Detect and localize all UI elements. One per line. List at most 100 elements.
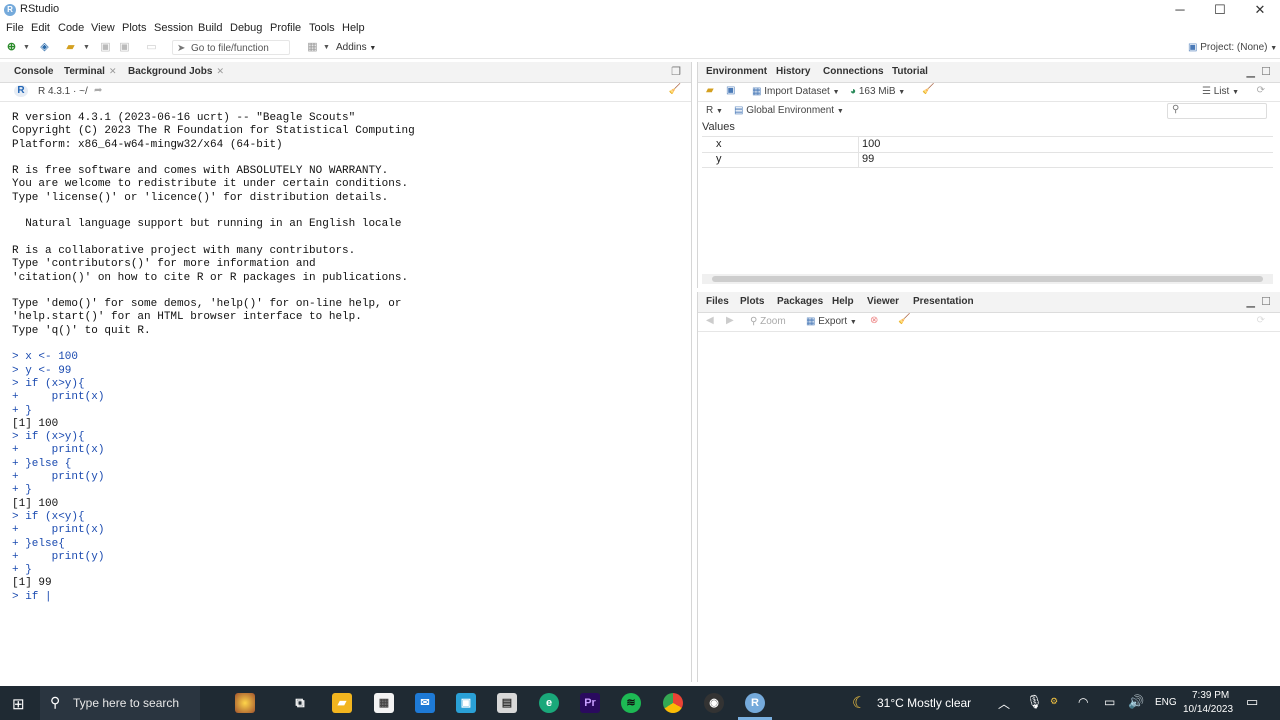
menu-code[interactable]: Code	[58, 22, 84, 34]
language-indicator[interactable]: ENG	[1155, 697, 1177, 708]
wifi-icon[interactable]: ◠	[1078, 695, 1088, 709]
windows-start-icon[interactable]: ⊞	[12, 695, 25, 713]
tab-history[interactable]: History	[776, 66, 810, 77]
minimize-button[interactable]: ─	[1160, 0, 1200, 20]
menu-session[interactable]: Session	[154, 22, 193, 34]
new-project-icon[interactable]: ◈	[38, 41, 51, 54]
maximize-pane-icon[interactable]: ❐	[671, 65, 681, 78]
tab-presentation[interactable]: Presentation	[913, 296, 974, 307]
menu-plots[interactable]: Plots	[122, 22, 146, 34]
store-icon[interactable]: ▦	[374, 693, 394, 713]
minimize-pane-icon[interactable]: ▁	[1247, 65, 1255, 78]
tab-packages[interactable]: Packages	[777, 296, 823, 307]
mail-icon[interactable]: ✉	[415, 693, 435, 713]
zoom-button[interactable]: ⚲ Zoom	[750, 316, 786, 327]
import-dataset-button[interactable]: ▦ Import Dataset ▼	[752, 86, 840, 97]
rstudio-taskbar-icon[interactable]: R	[745, 693, 765, 713]
weather-label[interactable]: 31°C Mostly clear	[877, 696, 971, 710]
chrome-icon[interactable]	[663, 693, 683, 713]
clock-date[interactable]: 10/14/2023	[1183, 704, 1233, 715]
tab-close-icon[interactable]: ✕	[109, 66, 117, 76]
clock-time[interactable]: 7:39 PM	[1192, 690, 1229, 701]
tab-terminal[interactable]: Terminal ✕	[64, 66, 116, 77]
tab-tutorial[interactable]: Tutorial	[892, 66, 928, 77]
menu-help[interactable]: Help	[342, 22, 365, 34]
photos-icon[interactable]: ▣	[456, 693, 476, 713]
menu-view[interactable]: View	[91, 22, 115, 34]
memory-usage-button[interactable]: ◕ 163 MiB ▼	[850, 86, 905, 97]
tab-plots[interactable]: Plots	[740, 296, 764, 307]
premiere-pro-icon[interactable]: Pr	[580, 693, 600, 713]
clear-objects-icon[interactable]: 🧹	[922, 84, 934, 95]
tab-background-jobs[interactable]: Background Jobs ✕	[128, 66, 224, 77]
spotify-icon[interactable]: ≋	[621, 693, 641, 713]
remove-plot-icon[interactable]: ⊗	[870, 315, 878, 326]
notepad-icon[interactable]: ▤	[497, 693, 517, 713]
microphone-icon[interactable]: 🎙	[1026, 694, 1043, 710]
tab-files[interactable]: Files	[706, 296, 729, 307]
open-dropdown-icon[interactable]: ▼	[80, 41, 93, 54]
r-version-label: R 4.3.1 · ~/	[38, 86, 88, 97]
console-line: + print(x)	[12, 444, 105, 457]
minimize-pane-icon[interactable]: ▁	[1247, 295, 1255, 308]
menu-edit[interactable]: Edit	[31, 22, 50, 34]
forward-arrow-icon[interactable]: ▶	[726, 315, 734, 326]
clear-console-icon[interactable]: 🧹	[669, 84, 681, 95]
addins-menu[interactable]: Addins ▼	[336, 42, 376, 53]
menu-build[interactable]: Build	[198, 22, 222, 34]
save-icon[interactable]: ▣	[99, 41, 112, 54]
tab-help[interactable]: Help	[832, 296, 854, 307]
environment-search-input[interactable]: ⚲	[1167, 103, 1267, 119]
refresh-icon[interactable]: ⟳	[1257, 315, 1265, 326]
environment-row-y[interactable]: y 99	[702, 152, 1273, 168]
save-all-icon[interactable]: ▣	[118, 41, 131, 54]
maximize-pane-icon[interactable]: ☐	[1261, 295, 1271, 308]
scrollbar-thumb[interactable]	[712, 276, 1263, 282]
obs-icon[interactable]: ◉	[704, 693, 724, 713]
menu-file[interactable]: File	[6, 22, 24, 34]
battery-icon[interactable]: ▭	[1104, 695, 1115, 709]
maximize-pane-icon[interactable]: ☐	[1261, 65, 1271, 78]
view-mode-dropdown[interactable]: ☰ List ▼	[1202, 86, 1239, 97]
project-menu[interactable]: ▣ Project: (None) ▼	[1188, 42, 1277, 53]
console-output[interactable]: R version 4.3.1 (2023-06-16 ucrt) -- "Be…	[12, 112, 415, 604]
export-button[interactable]: ▦ Export ▼	[806, 316, 857, 327]
layout-dropdown-icon[interactable]: ▼	[320, 41, 333, 54]
new-file-icon[interactable]: ⊕	[5, 41, 18, 54]
tab-close-icon[interactable]: ✕	[216, 66, 224, 76]
save-workspace-icon[interactable]: ▣	[726, 85, 735, 96]
print-icon[interactable]: ▭	[145, 41, 158, 54]
load-workspace-icon[interactable]: ▰	[706, 85, 714, 96]
file-explorer-icon[interactable]: ▰	[332, 693, 352, 713]
environment-row-x[interactable]: x 100	[702, 136, 1273, 153]
notification-icon[interactable]: ▭	[1246, 694, 1258, 710]
tab-connections[interactable]: Connections	[823, 66, 884, 77]
tab-viewer[interactable]: Viewer	[867, 296, 899, 307]
back-arrow-icon[interactable]: ◀	[706, 315, 714, 326]
grid-layout-icon[interactable]: ▦	[306, 41, 319, 54]
app-tray-icon[interactable]: ⚙	[1050, 696, 1058, 707]
open-file-icon[interactable]: ▰	[64, 41, 77, 54]
goto-file-input[interactable]: ➤ Go to file/function	[172, 40, 290, 55]
menu-debug[interactable]: Debug	[230, 22, 262, 34]
tray-chevron-icon[interactable]: ︿	[998, 695, 1010, 712]
tab-environment[interactable]: Environment	[706, 66, 767, 77]
maximize-button[interactable]: ☐	[1200, 0, 1240, 20]
volume-icon[interactable]: 🔊	[1128, 694, 1144, 710]
scope-dropdown[interactable]: ▤ Global Environment ▼	[734, 105, 844, 116]
close-button[interactable]: ✕	[1240, 0, 1280, 20]
tab-console[interactable]: Console	[14, 66, 53, 77]
task-view-icon[interactable]: ⧉	[290, 693, 310, 713]
refresh-icon[interactable]: ⟳	[1257, 85, 1265, 96]
goto-directory-icon[interactable]: ➦	[94, 85, 102, 96]
horizontal-scrollbar[interactable]	[702, 274, 1273, 284]
console-line: + }	[12, 564, 32, 577]
clear-plots-icon[interactable]: 🧹	[898, 314, 910, 325]
edge-icon[interactable]: e	[539, 693, 559, 713]
menu-tools[interactable]: Tools	[309, 22, 335, 34]
new-file-dropdown-icon[interactable]: ▼	[20, 41, 33, 54]
menu-profile[interactable]: Profile	[270, 22, 301, 34]
search-highlight-icon[interactable]	[235, 693, 255, 713]
language-dropdown[interactable]: R ▼	[706, 105, 723, 116]
